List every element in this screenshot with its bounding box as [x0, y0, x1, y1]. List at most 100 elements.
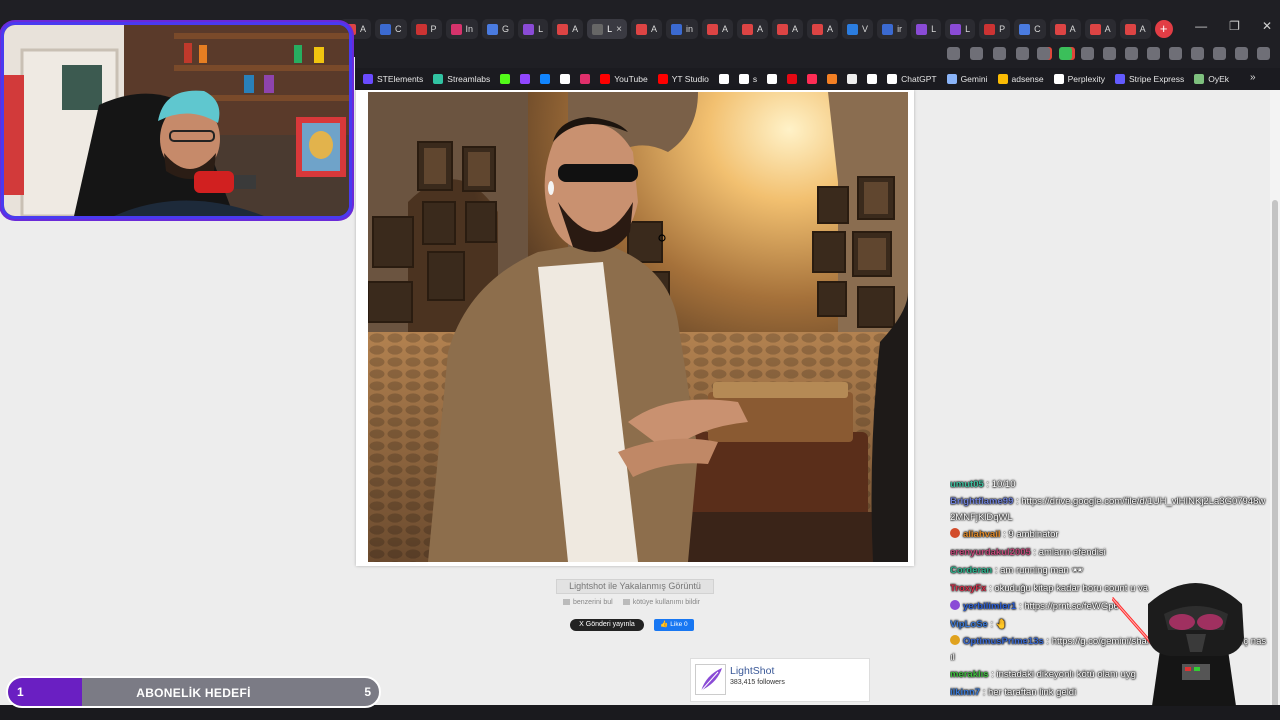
screenshot-image[interactable]	[368, 92, 908, 562]
bookmark-label: adsense	[1011, 74, 1044, 84]
bookmark-item[interactable]: ChatGPT	[887, 74, 937, 84]
page-scrollbar[interactable]	[1270, 90, 1280, 720]
x-post-button[interactable]: X Gönderi yayınla	[570, 619, 644, 631]
tab-label: A	[572, 24, 579, 34]
tab-label: A	[792, 24, 799, 34]
bookmark-favicon-icon	[738, 74, 749, 84]
bookmark-item[interactable]: Perplexity	[1053, 74, 1105, 84]
chat-username: VipLoSe	[950, 619, 988, 630]
bookmark-star-icon[interactable]	[1016, 47, 1029, 60]
extension-glasses-icon[interactable]	[1037, 47, 1050, 60]
tab-label: L	[931, 24, 937, 34]
browser-tab[interactable]: P	[979, 19, 1011, 39]
browser-tab[interactable]: A	[807, 19, 839, 39]
extension-box-icon[interactable]	[1081, 47, 1094, 60]
tab-favicon-icon	[882, 23, 894, 35]
tab-favicon-icon	[916, 23, 928, 35]
chat-text: : am running man 🕶	[992, 565, 1084, 576]
bookmark-item[interactable]	[767, 74, 778, 84]
report-abuse-link[interactable]: kötüye kullanımı bildir	[622, 599, 700, 606]
bookmark-item[interactable]: Stripe Express	[1114, 74, 1184, 84]
sidebar-icon[interactable]	[1169, 47, 1182, 60]
browser-tab[interactable]: A	[1084, 19, 1116, 39]
lightshot-page-name[interactable]: LightShot	[730, 665, 774, 677]
browser-tab[interactable]: P	[410, 19, 442, 39]
browser-tab[interactable]: A	[630, 19, 662, 39]
lightshot-facebook-card[interactable]: LightShot 383,415 followers	[690, 658, 870, 702]
bookmark-favicon-icon	[946, 74, 957, 84]
bookmark-item[interactable]	[580, 74, 591, 84]
browser-tab[interactable]: A	[1049, 19, 1081, 39]
close-tab-icon[interactable]: ×	[616, 24, 622, 35]
find-similar-link[interactable]: benzerini bul	[563, 599, 613, 606]
tab-favicon-icon	[415, 23, 427, 35]
bookmark-item[interactable]: YT Studio	[657, 74, 709, 84]
bookmark-item[interactable]	[500, 74, 511, 84]
bookmark-item[interactable]: s	[738, 74, 757, 84]
bookmark-item[interactable]: YouTube	[600, 74, 648, 84]
browser-tab[interactable]: C	[1014, 19, 1046, 39]
bookmark-item[interactable]	[787, 74, 798, 84]
webcam-feed	[4, 25, 349, 216]
new-tab-button[interactable]: +	[1154, 20, 1173, 38]
browser-tab[interactable]: A	[737, 19, 769, 39]
browser-tab[interactable]: L ×	[587, 19, 627, 39]
close-window-button[interactable]: ✕	[1262, 19, 1272, 33]
browser-tab[interactable]: A	[552, 19, 584, 39]
browser-tab[interactable]: A	[1119, 19, 1151, 39]
bookmark-item[interactable]	[867, 74, 878, 84]
browser-tab[interactable]: C	[375, 19, 407, 39]
subscriber-goal-bar: 1 ABONELİK HEDEFİ 5	[6, 676, 381, 708]
bookmark-item[interactable]: Streamlabs	[433, 74, 490, 84]
leo-ai-icon[interactable]	[1213, 47, 1226, 60]
bookmark-item[interactable]	[718, 74, 729, 84]
browser-tab[interactable]: L	[911, 19, 942, 39]
facebook-like-button[interactable]: 👍 Like 0	[654, 619, 694, 631]
browser-tab[interactable]: A	[701, 19, 733, 39]
browser-tab[interactable]: ir	[877, 19, 908, 39]
bookmark-favicon-icon	[1053, 74, 1064, 84]
minimize-button[interactable]: —	[1195, 19, 1207, 33]
media-music-icon[interactable]	[1147, 47, 1160, 60]
tab-favicon-icon	[635, 23, 647, 35]
browser-tab[interactable]: A	[772, 19, 804, 39]
share-icon[interactable]	[993, 47, 1006, 60]
bookmark-item[interactable]	[847, 74, 858, 84]
bookmark-item[interactable]: Gemini	[946, 74, 988, 84]
tab-label: A	[650, 24, 657, 34]
extension-window-icon[interactable]	[1125, 47, 1138, 60]
chat-username: aliahvail	[963, 529, 1001, 540]
bookmark-item[interactable]	[540, 74, 551, 84]
vpn-shield-icon[interactable]	[1235, 47, 1248, 60]
tab-favicon-icon	[592, 23, 604, 35]
bookmarks-overflow-icon[interactable]: »	[1250, 72, 1262, 83]
lightshot-caption: Lightshot ile Yakalanmış Görüntü	[556, 579, 714, 594]
screen-cast-icon[interactable]	[947, 47, 960, 60]
zoom-icon[interactable]	[970, 47, 983, 60]
browser-tab[interactable]: in	[665, 19, 698, 39]
bookmark-item[interactable]	[807, 74, 818, 84]
extension-green-icon[interactable]	[1059, 47, 1072, 60]
bookmark-label: Streamlabs	[447, 74, 491, 84]
bookmarks-bar: STElements Streamlabs YouTube YT Studio s Cha…	[355, 68, 1280, 90]
screenshot-image-frame	[356, 90, 914, 566]
bookmark-item[interactable]: OyEk	[1194, 74, 1229, 84]
extensions-puzzle-icon[interactable]	[1103, 47, 1116, 60]
bookmark-item[interactable]: adsense	[997, 74, 1044, 84]
bookmark-item[interactable]	[827, 74, 838, 84]
menu-icon[interactable]	[1257, 47, 1270, 60]
browser-tab[interactable]: In	[445, 19, 479, 39]
maximize-button[interactable]: ❐	[1229, 19, 1240, 33]
tab-label: A	[1069, 24, 1076, 34]
browser-tab[interactable]: G	[482, 19, 515, 39]
browser-tab[interactable]: L	[945, 19, 976, 39]
browser-tab[interactable]: L	[518, 19, 549, 39]
wallet-icon[interactable]	[1191, 47, 1204, 60]
scrollbar-thumb[interactable]	[1272, 200, 1278, 720]
bookmark-item[interactable]: STElements	[363, 74, 423, 84]
bookmark-item[interactable]	[560, 74, 571, 84]
bookmark-item[interactable]	[520, 74, 531, 84]
chat-badge-icon	[950, 528, 960, 538]
browser-tab[interactable]: V	[842, 19, 874, 39]
bookmark-favicon-icon	[767, 74, 778, 84]
